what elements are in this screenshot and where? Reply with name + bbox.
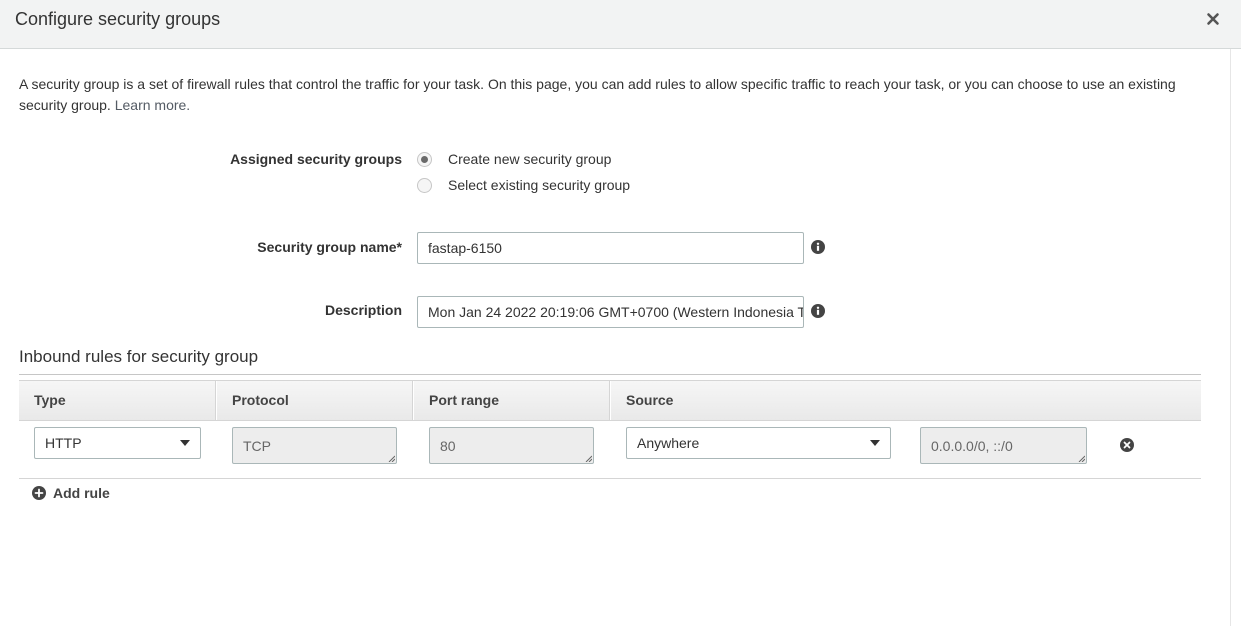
rules-table-header: Type Protocol Port range Source <box>19 380 1201 421</box>
scrollbar[interactable] <box>1230 49 1241 626</box>
intro-description: A security group is a set of firewall ru… <box>19 76 1176 113</box>
modal-header: Configure security groups <box>0 0 1241 49</box>
section-divider <box>19 374 1201 375</box>
row-divider <box>19 478 1201 479</box>
info-icon[interactable] <box>811 304 825 318</box>
radio-label-create-new: Create new security group <box>448 151 612 167</box>
add-rule-label: Add rule <box>53 485 110 501</box>
cidr-value: 0.0.0.0/0, ::/0 <box>931 438 1013 454</box>
inbound-rules-title: Inbound rules for security group <box>19 347 259 366</box>
column-header-protocol: Protocol <box>232 392 289 408</box>
column-header-type: Type <box>34 392 66 408</box>
radio-create-new[interactable]: Create new security group <box>417 151 611 167</box>
resize-handle-icon[interactable] <box>1078 455 1085 462</box>
remove-rule-icon[interactable] <box>1120 438 1134 452</box>
column-header-source: Source <box>626 392 674 408</box>
info-icon[interactable] <box>811 240 825 254</box>
modal-title: Configure security groups <box>15 9 221 29</box>
assigned-groups-label: Assigned security groups <box>230 151 402 167</box>
radio-label-select-existing: Select existing security group <box>448 177 631 193</box>
radio-select-existing[interactable]: Select existing security group <box>417 177 630 193</box>
cidr-field[interactable]: 0.0.0.0/0, ::/0 <box>920 427 1087 464</box>
group-name-label: Security group name* <box>257 239 402 255</box>
plus-circle-icon <box>32 486 46 500</box>
source-select-value: Anywhere <box>637 435 700 451</box>
type-select-value: HTTP <box>45 435 82 451</box>
close-icon[interactable] <box>1205 11 1221 27</box>
radio-button-checked[interactable] <box>417 151 432 167</box>
type-select[interactable]: HTTP <box>34 427 201 459</box>
port-range-field: 80 <box>429 427 594 464</box>
protocol-value: TCP <box>243 438 271 454</box>
resize-handle-icon[interactable] <box>585 455 592 462</box>
port-range-value: 80 <box>440 438 456 454</box>
description-input[interactable]: Mon Jan 24 2022 20:19:06 GMT+0700 (Weste… <box>417 296 804 328</box>
description-label: Description <box>324 302 402 318</box>
group-name-input[interactable]: fastap-6150 <box>417 232 804 264</box>
learn-more-link[interactable]: Learn more. <box>115 97 190 113</box>
chevron-down-icon <box>180 440 190 446</box>
resize-handle-icon[interactable] <box>388 455 395 462</box>
add-rule-button[interactable]: Add rule <box>32 485 110 501</box>
intro-text: A security group is a set of firewall ru… <box>19 74 1199 116</box>
source-select[interactable]: Anywhere <box>626 427 891 459</box>
radio-button-unchecked[interactable] <box>417 177 432 193</box>
chevron-down-icon <box>870 440 880 446</box>
column-header-port-range: Port range <box>429 392 500 408</box>
protocol-field: TCP <box>232 427 397 464</box>
